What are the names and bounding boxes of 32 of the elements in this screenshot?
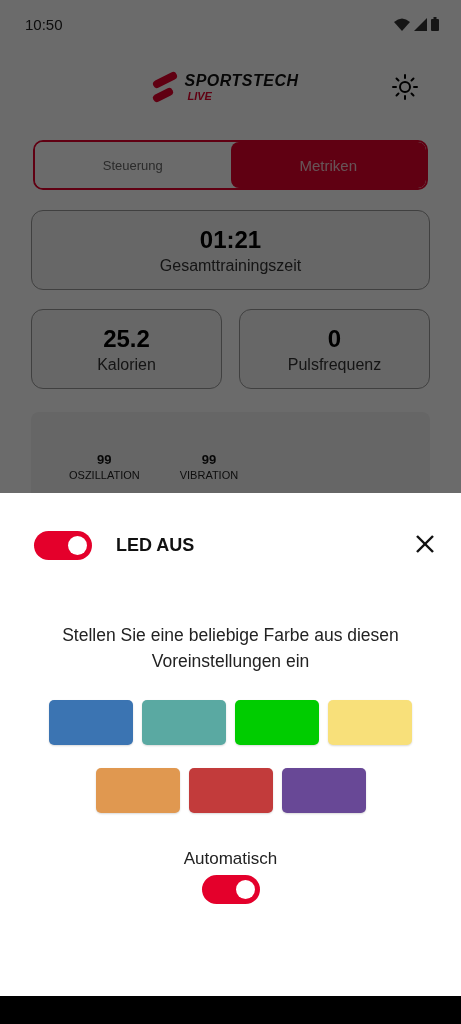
stat-value: 99 [201, 452, 217, 467]
auto-label: Automatisch [183, 849, 278, 869]
metric-label: Gesamttrainingszeit [159, 256, 302, 275]
stat-value: 99 [97, 452, 112, 467]
battery-icon [431, 17, 439, 31]
metric-value: 01:21 [199, 225, 262, 254]
status-time: 10:50 [25, 15, 63, 33]
metric-label: Pulsfrequenz [287, 355, 382, 374]
metric-value: 0 [327, 324, 342, 353]
color-swatch[interactable] [49, 700, 133, 745]
led-toggle[interactable] [34, 531, 92, 560]
color-swatch[interactable] [95, 768, 180, 813]
logo-subtitle: LIVE [187, 89, 213, 103]
signal-icon [414, 17, 427, 31]
metric-label: Kalorien [97, 355, 156, 374]
instruction-text: Stellen Sie eine beliebige Farbe aus diesen Voreinstellungen ein [61, 624, 400, 673]
scrim[interactable] [0, 0, 461, 493]
stat-label: VIBRATION [179, 469, 239, 481]
color-swatch[interactable] [188, 768, 273, 813]
logo-icon [152, 71, 179, 103]
auto-toggle[interactable] [201, 875, 260, 904]
color-swatch[interactable] [281, 768, 366, 813]
color-swatch[interactable] [235, 700, 319, 745]
stat-label: OSZILLATION [69, 469, 140, 481]
logo-title: SPORTSTECH [184, 71, 299, 90]
metric-value: 25.2 [103, 324, 150, 353]
sheet-title: LED AUS [116, 535, 196, 556]
wifi-icon [394, 17, 410, 31]
sun-icon[interactable] [392, 74, 418, 100]
color-swatch[interactable] [328, 700, 412, 745]
color-swatch[interactable] [142, 700, 226, 745]
tab[interactable]: Metriken [230, 142, 426, 188]
